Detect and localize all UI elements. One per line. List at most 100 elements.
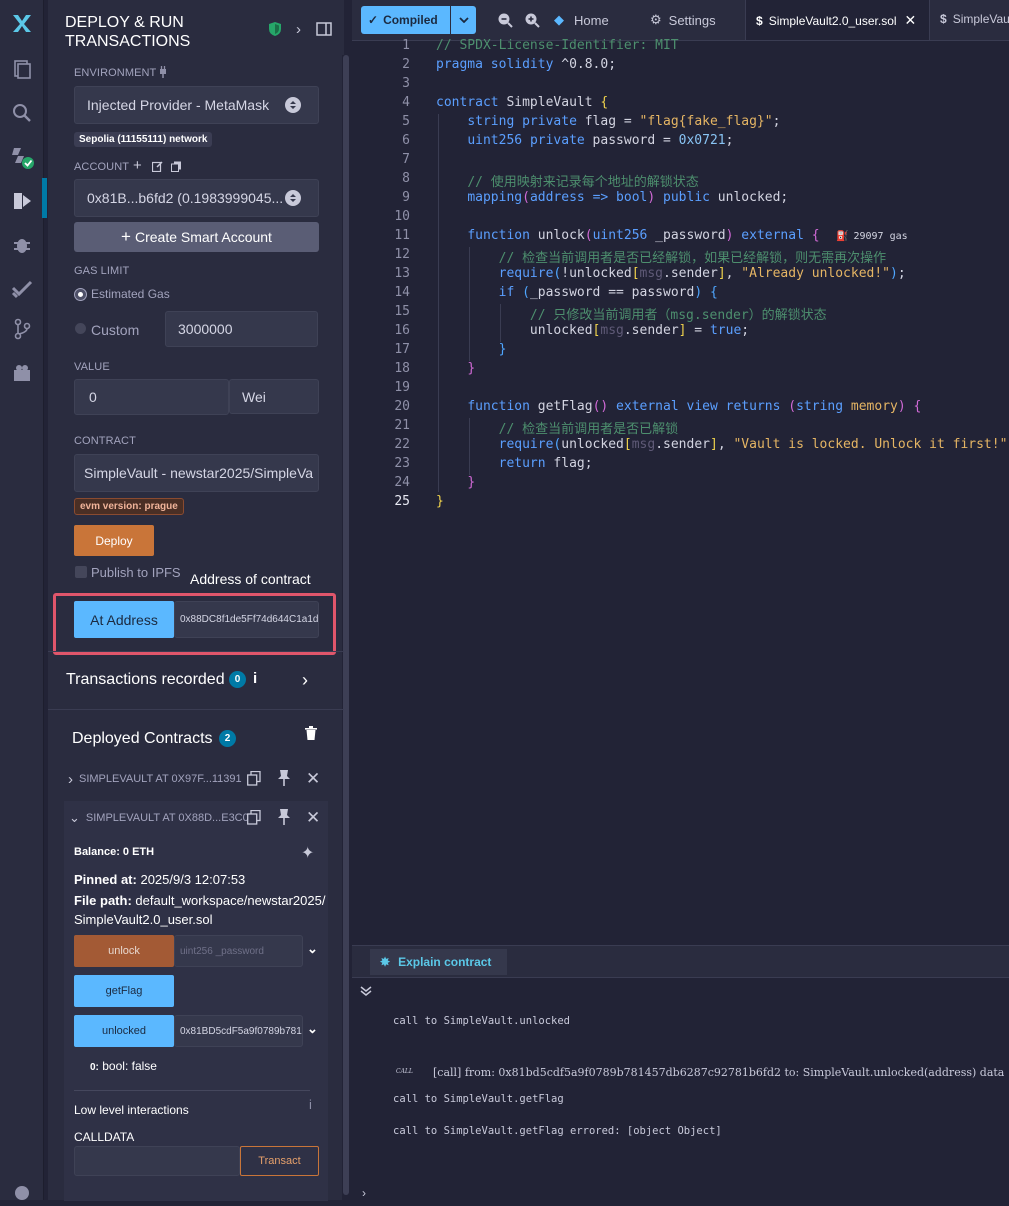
line-number: 1 — [402, 38, 410, 53]
environment-label: ENVIRONMENT — [74, 67, 157, 79]
deployed-contracts-label: Deployed Contracts — [72, 730, 213, 747]
code-line-16: unlocked[msg.sender] = true; — [436, 323, 750, 338]
chevron-right-icon[interactable]: › — [68, 771, 73, 788]
terminal-line: call to SimpleVault.getFlag errored: [ob… — [393, 1125, 722, 1137]
testing-icon[interactable] — [9, 276, 35, 302]
trash-icon[interactable] — [305, 726, 317, 743]
deploy-button[interactable]: Deploy — [74, 525, 154, 556]
search-icon[interactable] — [9, 100, 35, 126]
evm-version-badge: evm version: prague — [74, 498, 184, 515]
next-file-tab[interactable]: $ SimpleVau — [940, 12, 1009, 26]
edit-icon[interactable] — [151, 160, 163, 175]
select-arrows-icon[interactable] — [285, 190, 301, 206]
active-file-tab-content[interactable]: $ SimpleVault2.0_user.sol ✕ — [756, 12, 916, 29]
code-line-22: require(unlocked[msg.sender], "Vault is … — [498, 437, 1009, 452]
code-line-21: // 检查当前调用者是否已解锁 — [498, 422, 679, 437]
sparkle-icon[interactable]: ✦ — [301, 843, 314, 863]
explain-contract-button[interactable]: ✸ Explain contract — [370, 949, 507, 975]
terminal-prompt-icon[interactable]: › — [362, 1186, 366, 1200]
chevron-down-icon[interactable]: ⌄ — [307, 1021, 318, 1037]
getflag-button[interactable]: getFlag — [74, 975, 174, 1007]
next-file-label: SimpleVau — [952, 12, 1009, 26]
settings-tab[interactable]: ⚙ Settings — [650, 12, 716, 28]
pin-icon[interactable] — [277, 809, 291, 828]
active-plugin-indicator — [42, 178, 47, 218]
calldata-input[interactable] — [74, 1146, 240, 1176]
create-smart-account-label: Create Smart Account — [134, 229, 272, 245]
remix-logo-icon[interactable] — [9, 10, 35, 36]
deploy-run-icon[interactable] — [9, 188, 35, 214]
terminal-output[interactable] — [352, 977, 1009, 1200]
line-number: 16 — [394, 323, 410, 338]
panel-scrollbar-thumb[interactable] — [343, 55, 349, 1195]
plugin-manager-icon[interactable] — [9, 360, 35, 386]
value-amount: 0 — [89, 389, 97, 405]
gas-hint-value: 29097 gas — [853, 231, 908, 242]
terminal-line: call to SimpleVault.getFlag — [393, 1093, 564, 1105]
line-number: 4 — [402, 95, 410, 110]
estimated-gas-radio[interactable] — [75, 289, 86, 300]
unlocked-address-input[interactable]: 0x81BD5cdF5a9f0789b7814 — [174, 1015, 303, 1047]
pinned-at-row: Pinned at: 2025/9/3 12:07:53 — [74, 872, 245, 887]
settings-rail-icon[interactable] — [9, 1180, 35, 1206]
toggle-panel-icon[interactable] — [316, 21, 332, 40]
unlocked-address-value: 0x81BD5cdF5a9f0789b7814 — [180, 1025, 303, 1037]
compiled-button[interactable]: ✓ Compiled — [361, 6, 450, 34]
unlock-button[interactable]: unlock — [74, 935, 174, 967]
select-arrows-icon[interactable] — [285, 97, 301, 113]
at-address-input[interactable]: 0x88DC8f1de5Ff74d644C1a1de — [174, 601, 319, 638]
info-icon[interactable]: i — [309, 1097, 312, 1112]
unlocked-button[interactable]: unlocked — [74, 1015, 174, 1047]
chevron-right-icon[interactable]: › — [296, 21, 301, 38]
line-number: 7 — [402, 152, 410, 167]
publish-ipfs-label: Publish to IPFS — [91, 565, 181, 580]
contract-select[interactable]: SimpleVault - newstar2025/SimpleVa — [74, 454, 319, 492]
account-select[interactable]: 0x81B...b6fd2 (0.1983999045... — [74, 179, 319, 217]
collapse-terminal-icon[interactable] — [360, 985, 372, 1000]
copy-icon[interactable] — [247, 770, 261, 789]
transactions-count-badge: 0 — [229, 671, 246, 688]
add-account-icon[interactable]: + — [133, 157, 142, 174]
copy-icon[interactable] — [171, 160, 182, 175]
info-icon[interactable]: i — [253, 670, 257, 687]
pinned-label: Pinned at: — [74, 872, 137, 887]
home-tab-label: Home — [574, 12, 609, 28]
transact-button[interactable]: Transact — [240, 1146, 319, 1176]
chevron-down-icon[interactable]: ⌄ — [307, 941, 318, 957]
zoom-in-icon[interactable] — [524, 12, 540, 31]
environment-value: Injected Provider - MetaMask — [87, 97, 270, 113]
call-result: 0: bool: false — [90, 1059, 157, 1073]
publish-ipfs-checkbox[interactable] — [75, 566, 87, 578]
environment-select[interactable]: Injected Provider - MetaMask — [74, 86, 319, 124]
close-icon[interactable]: ✕ — [306, 808, 320, 828]
line-number: 2 — [402, 57, 410, 72]
value-input[interactable]: 0 — [74, 379, 229, 415]
line-number: 8 — [402, 171, 410, 186]
git-icon[interactable] — [9, 316, 35, 342]
file-explorer-icon[interactable] — [9, 56, 35, 82]
custom-gas-radio[interactable] — [75, 323, 86, 334]
divider — [74, 1090, 310, 1091]
custom-gas-input[interactable]: 3000000 — [165, 311, 318, 347]
close-icon[interactable]: ✕ — [306, 769, 320, 789]
panel-title-line2: TRANSACTIONS — [65, 33, 191, 50]
filepath-value-2: SimpleVault2.0_user.sol — [74, 912, 213, 927]
explain-contract-label: Explain contract — [398, 955, 492, 969]
home-tab[interactable]: ◆ Home — [554, 12, 609, 28]
pin-icon[interactable] — [277, 770, 291, 789]
zoom-out-icon[interactable] — [497, 12, 513, 31]
copy-icon[interactable] — [247, 809, 261, 828]
at-address-button[interactable]: At Address — [74, 601, 174, 638]
debugger-icon[interactable] — [9, 232, 35, 258]
create-smart-account-button[interactable]: + Create Smart Account — [74, 222, 319, 252]
solidity-compiler-icon[interactable] — [9, 144, 35, 170]
chevron-right-icon[interactable]: › — [302, 670, 308, 691]
value-unit-select[interactable]: Wei — [229, 379, 319, 414]
calldata-label: CALLDATA — [74, 1130, 135, 1144]
close-tab-icon[interactable]: ✕ — [905, 12, 917, 29]
unlock-password-input[interactable]: uint256 _password — [174, 935, 303, 967]
chevron-down-icon[interactable]: ⌄ — [69, 810, 80, 826]
active-file-label: SimpleVault2.0_user.sol — [768, 13, 897, 28]
compile-options-dropdown[interactable] — [451, 6, 476, 34]
code-line-25: } — [436, 494, 444, 509]
